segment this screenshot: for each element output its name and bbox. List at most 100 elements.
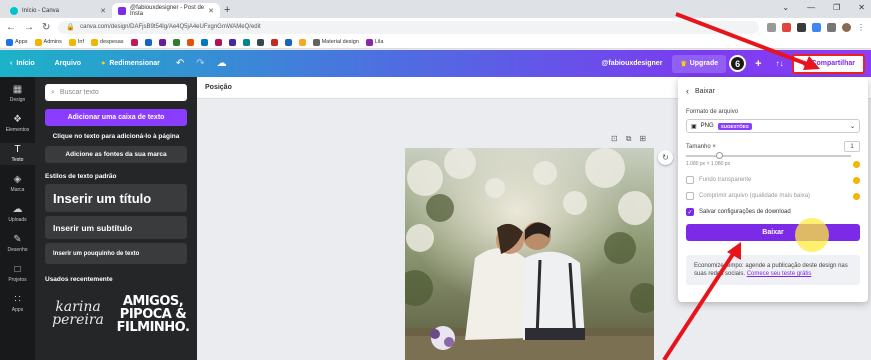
forward-arrow-icon[interactable]: → [24, 22, 34, 33]
chevron-down-icon[interactable]: ⌄ [782, 3, 789, 12]
bookmark-item[interactable] [130, 38, 138, 46]
rail-item-text[interactable]: T Texto [0, 143, 35, 165]
recent-font-sample[interactable]: karina pereira [45, 291, 111, 337]
tab-title: Início - Canva [22, 7, 60, 14]
extension-icon[interactable] [797, 22, 806, 32]
editor-toolbar: ‹ Início Arquivo ● Redimensionar ↶ ↷ ☁ @… [0, 50, 871, 77]
puzzle-icon[interactable] [827, 22, 836, 32]
download-button[interactable]: Baixar [686, 224, 860, 241]
address-bar-row: ← → ↻ 🔒 canva.com/design/DAFjsB9t54Ig/Ae… [0, 18, 871, 36]
bookmark-item[interactable] [172, 38, 180, 46]
position-button[interactable]: Posição [205, 84, 232, 91]
add-page-icon[interactable]: ⊞ [639, 134, 646, 144]
bookmark-item[interactable] [284, 38, 292, 46]
checkbox-checked[interactable]: ✓ [686, 208, 694, 216]
recent-font-sample[interactable]: AMIGOS, PIPOCA & FILMINHO. [117, 291, 190, 337]
menu-dots-icon[interactable]: ⋮ [857, 23, 865, 32]
rail-item-uploads[interactable]: ☁ Uploads [0, 203, 35, 225]
url-field[interactable]: 🔒 canva.com/design/DAFjsB9t54Ig/Ae4Q5jA4… [58, 20, 759, 34]
bookmark-icon [144, 38, 152, 46]
extension-icon[interactable] [812, 22, 821, 32]
stats-icon[interactable]: ↑↓ [768, 59, 792, 68]
design-photo[interactable] [405, 148, 654, 360]
bookmark-icon [200, 38, 208, 46]
rail-item-apps[interactable]: ∷ Apps [0, 293, 35, 315]
crown-icon: ♛ [680, 60, 687, 68]
close-window-icon[interactable]: ✕ [858, 3, 865, 12]
extension-icon[interactable] [767, 22, 776, 32]
rail-item-projects[interactable]: □ Projetos [0, 263, 35, 285]
page-tools: ⊡ ⧉ ⊞ [611, 134, 646, 144]
bookmark-item[interactable] [214, 38, 222, 46]
minimize-icon[interactable]: — [807, 3, 815, 12]
lock-icon[interactable]: ⊡ [611, 134, 618, 144]
recent-fonts-row: karina pereira AMIGOS, PIPOCA & FILMINHO… [45, 291, 190, 337]
chevron-left-icon: ‹ [10, 60, 13, 67]
back-arrow-icon[interactable]: ‹ [686, 86, 689, 96]
bookmark-item[interactable] [200, 38, 208, 46]
undo-icon[interactable]: ↶ [170, 58, 190, 69]
duplicate-icon[interactable]: ⧉ [626, 134, 632, 144]
cloud-saved-icon[interactable]: ☁ [211, 58, 233, 69]
redo-icon[interactable]: ↷ [190, 58, 210, 69]
design-title[interactable]: @fabiouxdesigner [592, 60, 673, 67]
bookmark-item[interactable] [242, 38, 250, 46]
checkbox[interactable] [686, 192, 694, 200]
slider-knob[interactable] [716, 152, 723, 159]
extension-icon[interactable] [782, 22, 791, 32]
file-format-select[interactable]: ▣ PNG SUGESTÕES ⌄ [686, 119, 860, 133]
canva-favicon-icon [118, 6, 126, 15]
bookmark-despesas[interactable]: despesas [91, 38, 124, 46]
reload-icon[interactable]: ↻ [42, 22, 50, 33]
save-download-settings-option[interactable]: ✓ Salvar configurações de download [686, 208, 860, 216]
bookmark-item[interactable] [228, 38, 236, 46]
bookmark-item[interactable] [158, 38, 166, 46]
add-textbox-button[interactable]: Adicionar uma caixa de texto [45, 109, 187, 126]
rail-item-draw[interactable]: ✎ Desenho [0, 233, 35, 255]
rail-item-design[interactable]: ▦ Design [0, 83, 35, 105]
bookmark-item[interactable] [256, 38, 264, 46]
close-icon[interactable]: ✕ [100, 7, 106, 15]
user-avatar[interactable]: 6 [729, 55, 747, 72]
share-button[interactable]: ⇪ Compartilhar [791, 53, 865, 74]
add-collaborator-icon[interactable]: + [749, 58, 767, 70]
browser-tab-design[interactable]: @fabiouxdesigner - Post de Insta ✕ [112, 3, 220, 18]
new-tab-icon[interactable]: + [224, 4, 230, 16]
insert-subheading-option[interactable]: Inserir um subtítulo [45, 216, 187, 239]
close-icon[interactable]: ✕ [208, 7, 214, 15]
bookmark-item[interactable] [270, 38, 278, 46]
bookmark-lila[interactable]: Lila [365, 38, 383, 46]
size-slider[interactable] [686, 152, 851, 159]
refresh-icon[interactable]: ↻ [658, 150, 673, 165]
resize-button[interactable]: ● Redimensionar [91, 60, 170, 67]
bookmark-admins[interactable]: Admins [34, 38, 62, 46]
search-text-input[interactable]: ⌕ Buscar texto [45, 84, 187, 101]
size-input[interactable]: 1 [844, 141, 860, 152]
file-menu-button[interactable]: Arquivo [45, 60, 91, 67]
bookmark-inf[interactable]: Inf [68, 38, 84, 46]
rail-item-elements[interactable]: ❖ Elementos [0, 113, 35, 135]
insert-heading-option[interactable]: Inserir um título [45, 184, 187, 212]
insert-body-text-option[interactable]: Inserir um pouquinho de texto [45, 243, 187, 264]
upgrade-button[interactable]: ♛ Upgrade [672, 54, 727, 73]
premium-crown-icon [853, 192, 860, 200]
size-row: Tamanho × 1 [686, 141, 860, 152]
bookmark-item[interactable] [186, 38, 194, 46]
home-button[interactable]: ‹ Início [0, 60, 45, 67]
browser-tab-canva-home[interactable]: Início - Canva ✕ [4, 3, 112, 18]
bookmark-apps[interactable]: Apps [6, 38, 28, 46]
free-trial-link[interactable]: Comece seu teste grátis [747, 271, 812, 277]
bookmark-item[interactable] [144, 38, 152, 46]
maximize-icon[interactable]: ❐ [833, 3, 840, 12]
add-brand-fonts-button[interactable]: Adicione as fontes da sua marca [45, 146, 187, 163]
transparent-background-option[interactable]: Fundo transparente [686, 176, 860, 184]
lock-icon: 🔒 [66, 24, 76, 31]
back-arrow-icon[interactable]: ← [6, 22, 16, 33]
brand-icon: ◈ [13, 174, 22, 185]
compress-file-option[interactable]: Comprimir arquivo (qualidade mais baixa) [686, 192, 860, 200]
bookmark-item[interactable] [298, 38, 306, 46]
checkbox[interactable] [686, 176, 694, 184]
profile-avatar[interactable] [842, 22, 851, 32]
rail-item-brand[interactable]: ◈ Marca [0, 173, 35, 195]
bookmark-material-design[interactable]: Material design [312, 38, 359, 46]
